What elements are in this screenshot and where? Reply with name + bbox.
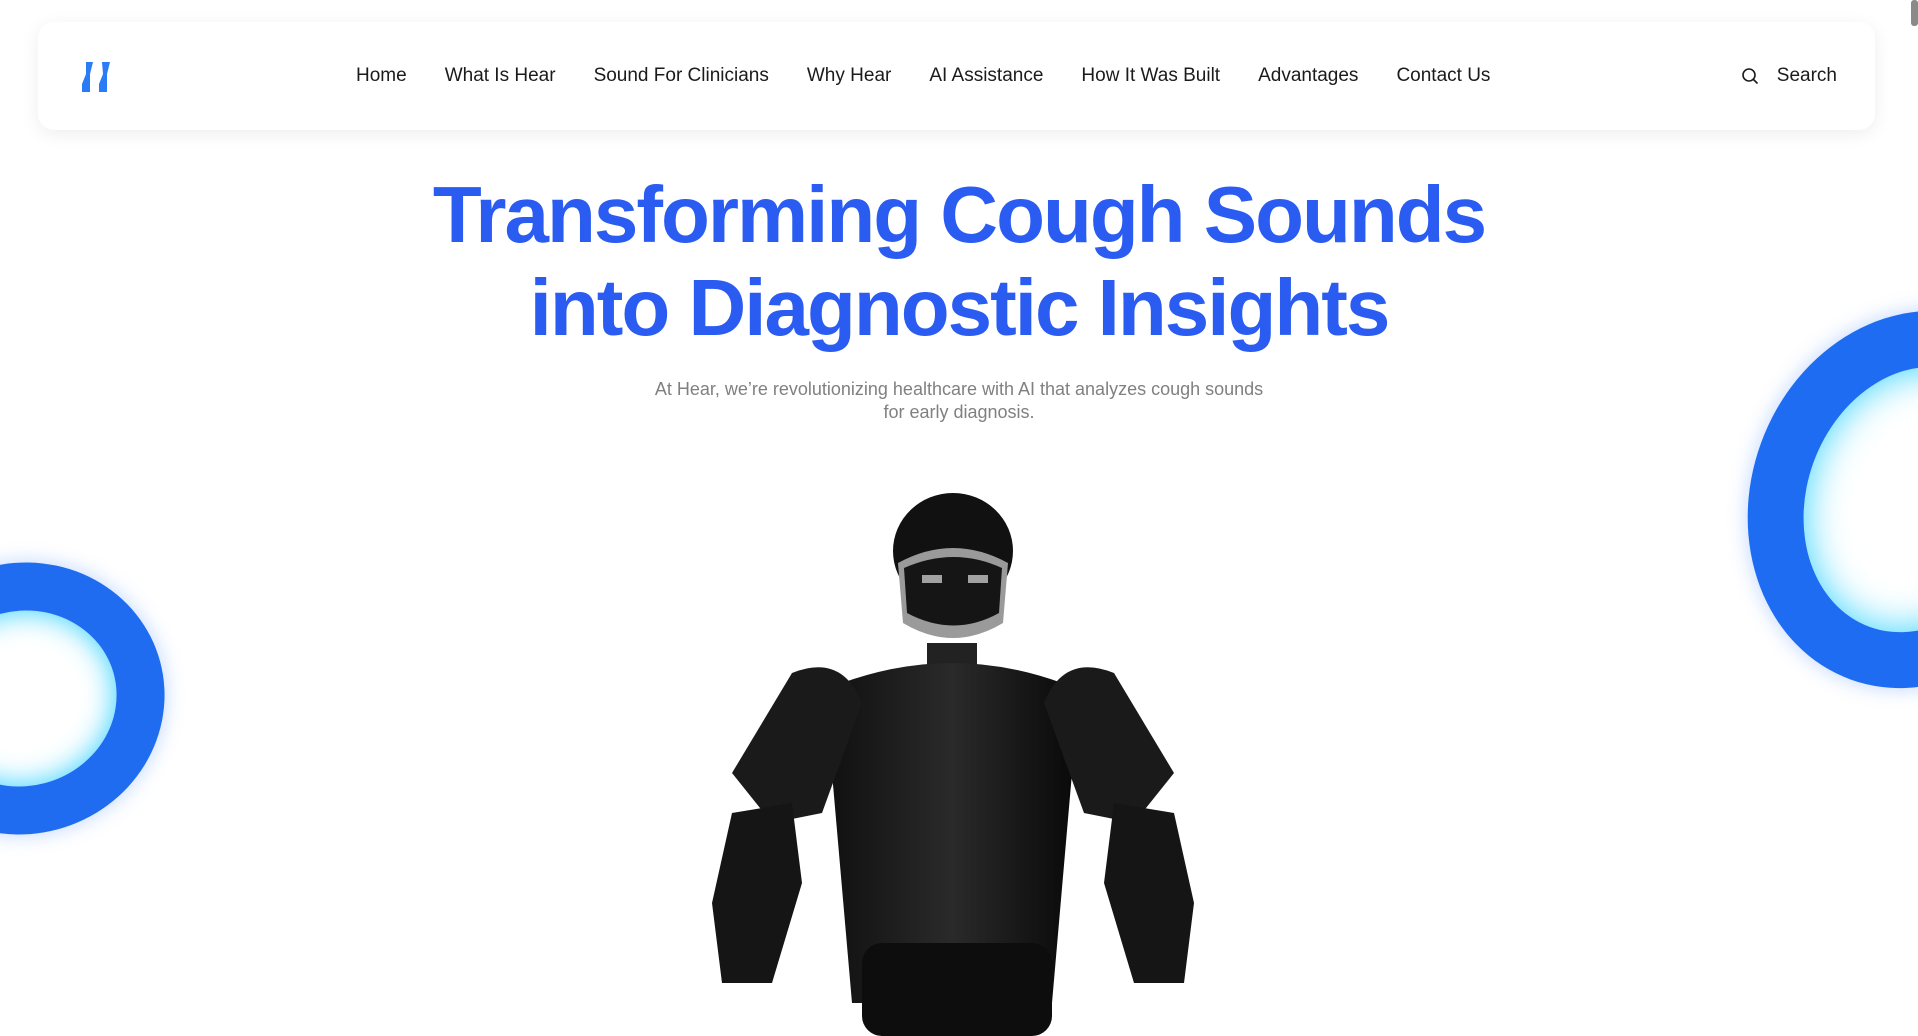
hero-subtitle: At Hear, we’re revolutionizing healthcar…: [0, 378, 1918, 424]
nav-home[interactable]: Home: [356, 65, 407, 87]
nav-what-is-hear[interactable]: What Is Hear: [445, 65, 556, 87]
decorative-ring-left: [0, 530, 196, 867]
nav-why-hear[interactable]: Why Hear: [807, 65, 891, 87]
search-label: Search: [1776, 65, 1837, 86]
hero-subtitle-line1: At Hear, we’re revolutionizing healthcar…: [654, 379, 1264, 399]
hero-title-line2: into Diagnostic Insights: [529, 263, 1391, 352]
main-menu: Home What Is Hear Sound For Clinicians W…: [356, 22, 1490, 130]
scrollbar[interactable]: [1911, 0, 1918, 26]
search-icon: [1741, 68, 1758, 85]
top-navbar: Home What Is Hear Sound For Clinicians W…: [38, 22, 1875, 130]
hero-title-line1: Transforming Cough Sounds: [432, 170, 1487, 259]
nav-contact-us[interactable]: Contact Us: [1396, 65, 1490, 87]
hero-title: Transforming Cough Sounds into Diagnostic…: [0, 168, 1918, 354]
search-button[interactable]: Search: [1741, 22, 1837, 130]
nav-how-it-was-built[interactable]: How It Was Built: [1081, 65, 1220, 87]
nav-sound-for-clinicians[interactable]: Sound For Clinicians: [594, 65, 769, 87]
hear-logo[interactable]: [80, 62, 116, 92]
hero-subtitle-line2: for early diagnosis.: [883, 402, 1035, 422]
nav-ai-assistance[interactable]: AI Assistance: [929, 65, 1043, 87]
robot-image: [712, 493, 1194, 1036]
nav-advantages[interactable]: Advantages: [1258, 65, 1358, 87]
